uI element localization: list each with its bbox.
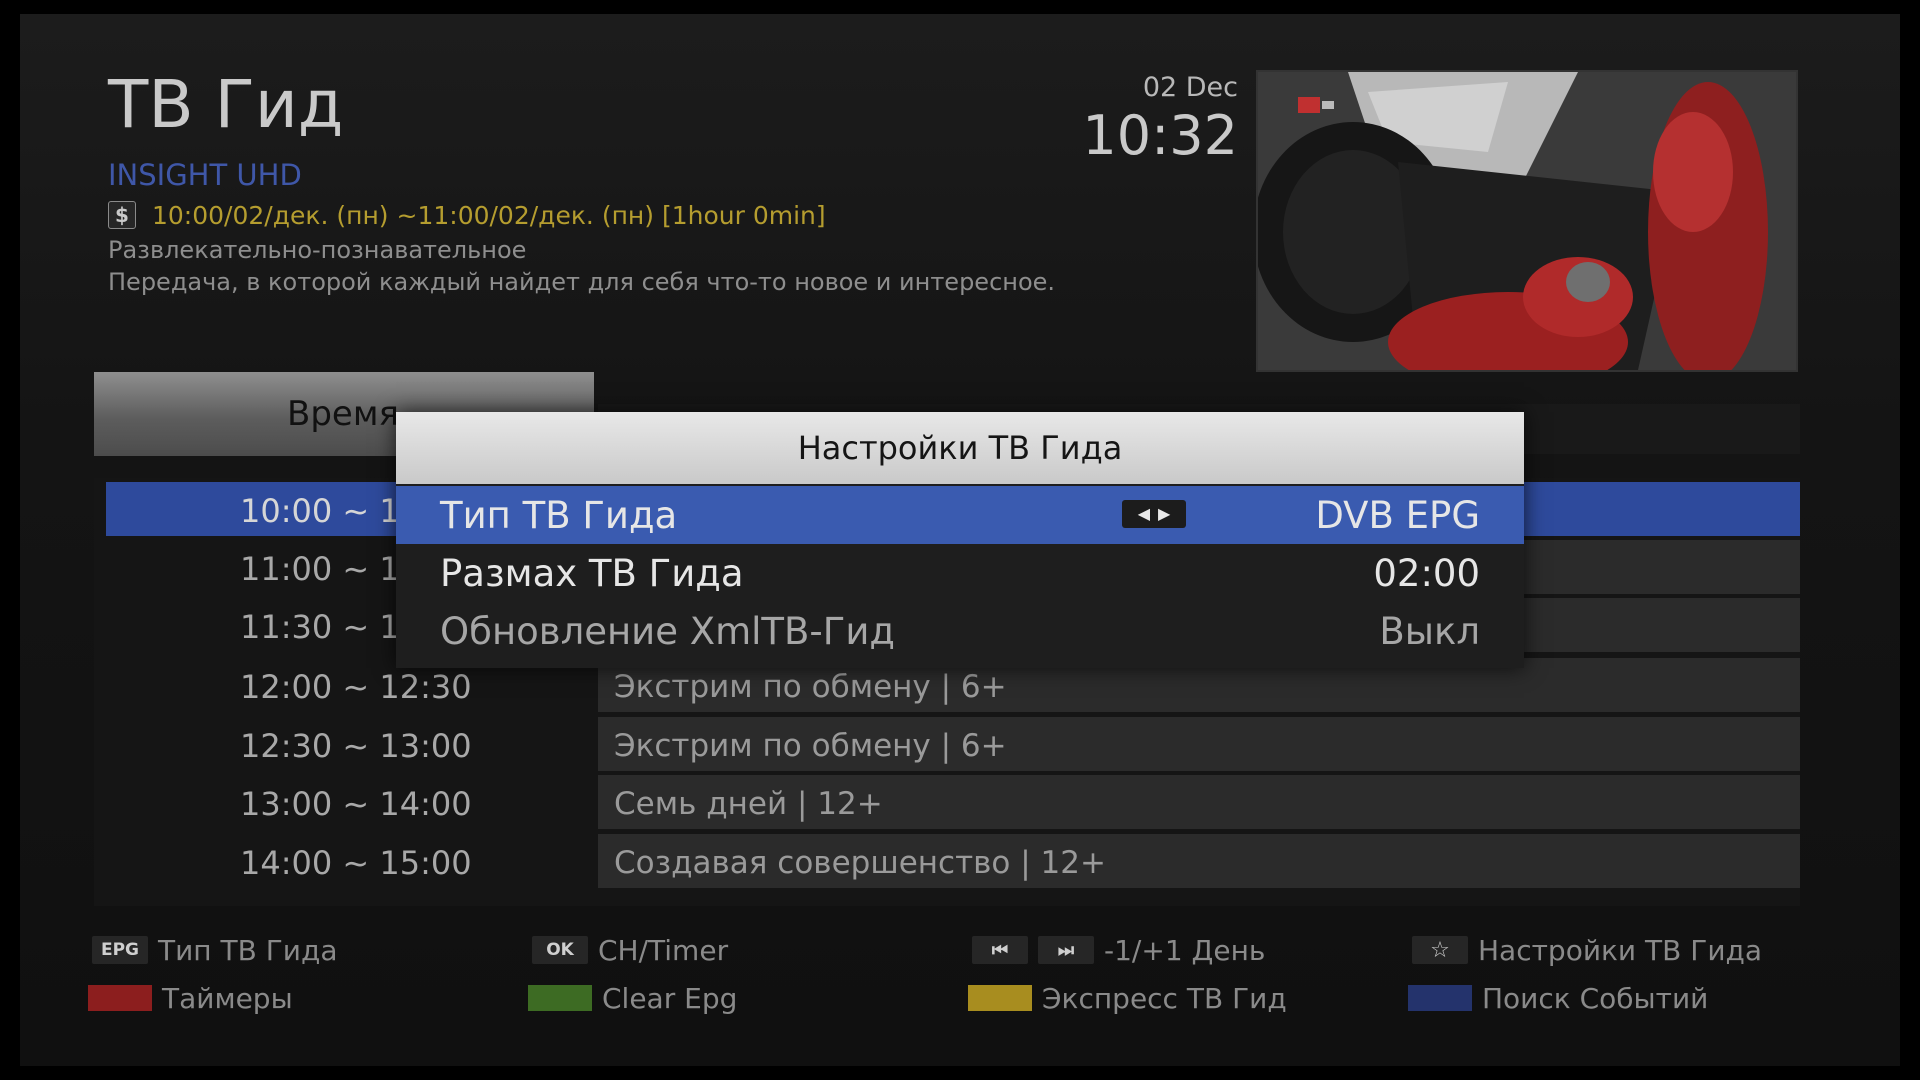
setting-value: Выкл <box>1379 610 1480 653</box>
skip-forward-icon: ⏭ <box>1038 936 1094 964</box>
legend-label: Настройки ТВ Гида <box>1478 933 1763 967</box>
setting-label: Размах ТВ Гида <box>440 552 744 595</box>
dialog-header: Настройки ТВ Гида <box>396 412 1524 484</box>
legend-label: Clear Epg <box>602 981 738 1015</box>
setting-label: Обновление XmlTB-Гид <box>440 610 895 653</box>
program-schedule: $ 10:00/02/дек. (пн) ~11:00/02/дек. (пн)… <box>108 198 826 232</box>
program-row[interactable]: 13:00 ~ 14:00 Семь дней | 12+ <box>106 775 1800 829</box>
program-genre: Развлекательно-познавательное <box>108 236 527 264</box>
ok-key-icon: OK <box>532 936 588 964</box>
legend-label: Экспресс ТВ Гид <box>1042 981 1287 1015</box>
red-key-icon <box>88 985 152 1011</box>
setting-xmltv-update[interactable]: Обновление XmlTB-Гид Выкл <box>396 602 1524 660</box>
setting-epg-type[interactable]: Тип ТВ Гида ◀ ▶ DVB EPG <box>396 486 1524 544</box>
legend-label: Поиск Событий <box>1482 981 1709 1015</box>
green-key-icon <box>528 985 592 1011</box>
row-program: Семь дней | 12+ <box>614 786 883 822</box>
yellow-key-icon <box>968 985 1032 1011</box>
dialog-title: Настройки ТВ Гида <box>797 429 1123 467</box>
setting-epg-span[interactable]: Размах ТВ Гида 02:00 <box>396 544 1524 602</box>
row-time: 14:00 ~ 15:00 <box>240 844 472 882</box>
legend-blue[interactable]: Поиск Событий <box>1408 980 1708 1016</box>
row-time: 12:00 ~ 12:30 <box>240 668 472 706</box>
setting-value: 02:00 <box>1373 552 1480 595</box>
current-date: 02 Dec <box>1142 72 1238 103</box>
left-right-arrows-icon[interactable]: ◀ ▶ <box>1122 500 1186 528</box>
legend-day[interactable]: ⏮ ⏭ -1/+1 День <box>972 932 1265 968</box>
epg-key-icon: EPG <box>92 936 148 964</box>
program-row[interactable]: 12:30 ~ 13:00 Экстрим по обмену | 6+ <box>106 717 1800 771</box>
epg-settings-dialog: Настройки ТВ Гида Тип ТВ Гида ◀ ▶ DVB EP… <box>396 412 1524 668</box>
page-title: ТВ Гид <box>108 66 344 143</box>
pay-channel-icon: $ <box>108 201 136 229</box>
row-time: 13:00 ~ 14:00 <box>240 785 472 823</box>
row-program: Создавая совершенство | 12+ <box>614 845 1106 881</box>
program-time-range: 10:00/02/дек. (пн) ~11:00/02/дек. (пн) [… <box>152 200 826 230</box>
legend-epg[interactable]: EPG Тип ТВ Гида <box>92 932 338 968</box>
blue-key-icon <box>1408 985 1472 1011</box>
current-time: 10:32 <box>1082 104 1238 167</box>
legend-label: Тип ТВ Гида <box>158 933 338 967</box>
row-time: 12:30 ~ 13:00 <box>240 727 472 765</box>
skip-back-icon: ⏮ <box>972 936 1028 964</box>
star-icon: ☆ <box>1412 936 1468 964</box>
legend-green[interactable]: Clear Epg <box>528 980 737 1016</box>
legend-label: -1/+1 День <box>1104 933 1266 967</box>
arrow-right-icon: ▶ <box>1158 504 1171 523</box>
setting-value: DVB EPG <box>1315 494 1480 537</box>
program-description: Передача, в которой каждый найдет для се… <box>108 268 1056 296</box>
video-preview <box>1256 70 1798 372</box>
channel-name: INSIGHT UHD <box>108 158 302 192</box>
program-row[interactable]: 14:00 ~ 15:00 Создавая совершенство | 12… <box>106 834 1800 888</box>
row-program: Экстрим по обмену | 6+ <box>614 669 1007 705</box>
legend-yellow[interactable]: Экспресс ТВ Гид <box>968 980 1287 1016</box>
setting-label: Тип ТВ Гида <box>440 494 678 537</box>
legend-red[interactable]: Таймеры <box>88 980 293 1016</box>
legend-settings[interactable]: ☆ Настройки ТВ Гида <box>1412 932 1762 968</box>
arrow-left-icon: ◀ <box>1137 504 1150 523</box>
video-frame-image <box>1258 72 1796 370</box>
legend-ok[interactable]: OK CH/Timer <box>532 932 728 968</box>
legend-label: Таймеры <box>162 981 293 1015</box>
legend-label: CH/Timer <box>598 933 729 967</box>
row-program: Экстрим по обмену | 6+ <box>614 728 1007 764</box>
